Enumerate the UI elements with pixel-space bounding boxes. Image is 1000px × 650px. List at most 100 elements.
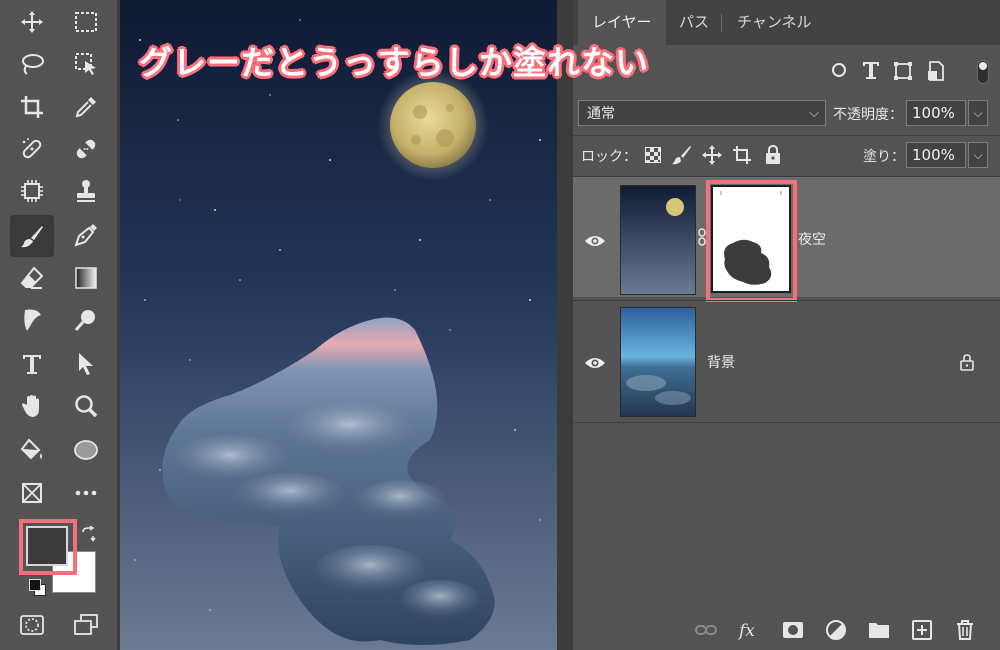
quick-mask-icon xyxy=(20,615,44,635)
svg-text:fx: fx xyxy=(737,621,755,641)
tab-paths[interactable]: パス xyxy=(665,0,723,45)
lock-transparent-icon[interactable] xyxy=(645,147,661,163)
stamp-tool[interactable] xyxy=(66,171,106,211)
filter-toggle[interactable] xyxy=(977,60,989,84)
eraser-tool[interactable] xyxy=(12,258,52,298)
pen-tool[interactable] xyxy=(66,215,106,255)
marquee-icon xyxy=(75,12,97,32)
paint-bucket-tool[interactable] xyxy=(12,430,52,470)
bandage-tool[interactable] xyxy=(66,129,106,169)
layers-bottom-bar: fx xyxy=(573,610,1000,650)
opacity-input[interactable]: 100% xyxy=(906,100,966,126)
delete-layer-icon[interactable] xyxy=(953,618,977,642)
eye-icon[interactable] xyxy=(583,229,607,253)
new-layer-icon[interactable] xyxy=(910,618,934,642)
opacity-chevron-icon[interactable]: ⌵ xyxy=(968,100,988,126)
filter-shape-icon[interactable] xyxy=(832,63,846,77)
gradient-tool[interactable] xyxy=(66,258,106,298)
layer-effects-icon[interactable]: fx xyxy=(737,618,761,642)
default-colors-icon[interactable] xyxy=(28,578,46,596)
opacity-label: 不透明度： xyxy=(833,107,903,123)
arrow-icon xyxy=(79,353,93,375)
marquee-tool[interactable] xyxy=(66,2,106,42)
filter-smart-object-icon[interactable] xyxy=(925,60,947,82)
layer-thumbnail xyxy=(620,185,696,295)
lock-position-icon[interactable] xyxy=(701,144,723,166)
layer-list-separator xyxy=(573,422,1000,423)
layer-thumbnail xyxy=(620,307,696,417)
crop-icon xyxy=(21,96,43,118)
annotation-caption: グレーだとうっすらしか塗れない xyxy=(139,43,649,82)
layer-name[interactable]: 背景 xyxy=(707,352,735,372)
screen-mode-icon xyxy=(74,614,98,635)
bandage-icon xyxy=(76,139,96,159)
blend-mode-select[interactable]: 通常 ⌵ xyxy=(578,100,826,126)
zoom-icon xyxy=(75,395,98,418)
zoom-pin-icon xyxy=(74,310,95,331)
panel-divider[interactable] xyxy=(557,0,573,650)
crop-tool[interactable] xyxy=(12,87,52,127)
layer-row-background[interactable]: 背景 xyxy=(573,301,1000,421)
new-group-icon[interactable] xyxy=(867,618,891,642)
move-icon xyxy=(21,11,43,33)
fill-input[interactable]: 100% xyxy=(906,142,966,168)
more-icon xyxy=(75,490,97,496)
options-separator xyxy=(573,135,1000,136)
swap-colors-icon[interactable] xyxy=(80,525,96,542)
lock-label: ロック： xyxy=(581,149,637,165)
brush-tool[interactable] xyxy=(10,215,54,257)
lock-all-icon[interactable] xyxy=(763,144,783,166)
healing-tool[interactable] xyxy=(12,129,52,169)
document-canvas[interactable] xyxy=(120,0,557,650)
hand-tool[interactable] xyxy=(12,386,52,426)
hand-icon xyxy=(22,395,39,417)
gradient-icon xyxy=(75,267,97,289)
tool-bar xyxy=(0,0,117,650)
foreground-swatch-highlight xyxy=(19,519,77,575)
screen-mode-button[interactable] xyxy=(66,605,106,645)
type-icon xyxy=(23,355,41,374)
lock-artboard-icon[interactable] xyxy=(731,144,753,166)
add-mask-icon[interactable] xyxy=(781,618,805,642)
layer-name[interactable]: 夜空 xyxy=(798,229,826,249)
ellipse-tool[interactable] xyxy=(66,430,106,470)
link-layers-icon[interactable] xyxy=(694,618,718,642)
path-select-tool[interactable] xyxy=(66,344,106,384)
layer-lock-icon[interactable] xyxy=(959,353,975,371)
eyedropper-tool[interactable] xyxy=(66,87,106,127)
smudge-tool[interactable] xyxy=(12,300,52,340)
adjustment-layer-icon[interactable] xyxy=(824,618,848,642)
eye-icon[interactable] xyxy=(583,351,607,375)
blend-mode-value: 通常 xyxy=(587,106,615,122)
zoom-tool[interactable] xyxy=(66,386,106,426)
healing-icon xyxy=(22,138,42,159)
type-tool[interactable] xyxy=(12,344,52,384)
chip-tool[interactable] xyxy=(12,171,52,211)
lock-pixels-icon[interactable] xyxy=(671,144,693,166)
object-select-icon xyxy=(75,53,96,75)
zoom-pin-tool[interactable] xyxy=(66,300,106,340)
filter-type-icon[interactable] xyxy=(860,59,882,81)
layers-panel: レイヤー パス チャンネル 通常 ⌵ 不透明度： 100% ⌵ ロック： 塗り：… xyxy=(573,0,1000,650)
eraser-icon xyxy=(20,266,44,289)
ellipse-icon xyxy=(74,440,98,460)
layer-mask-highlight xyxy=(706,180,797,302)
fill-chevron-icon[interactable]: ⌵ xyxy=(968,142,988,168)
chevron-down-icon: ⌵ xyxy=(809,106,819,121)
more-tools[interactable] xyxy=(66,473,106,513)
smudge-icon xyxy=(24,309,41,331)
eyedropper-icon xyxy=(75,97,96,118)
fill-label: 塗り： xyxy=(863,149,905,165)
brush-icon xyxy=(21,226,43,248)
paint-bucket-icon xyxy=(20,438,42,460)
panel-tab-separator xyxy=(721,14,722,32)
filter-transform-icon[interactable] xyxy=(892,60,914,82)
chip-icon xyxy=(21,180,43,202)
object-select-tool[interactable] xyxy=(66,44,106,84)
move-tool[interactable] xyxy=(12,2,52,42)
quick-mask-button[interactable] xyxy=(12,605,52,645)
frame-tool[interactable] xyxy=(12,473,52,513)
tab-channels[interactable]: チャンネル xyxy=(723,0,826,45)
lasso-icon xyxy=(22,54,44,75)
lasso-tool[interactable] xyxy=(12,44,52,84)
